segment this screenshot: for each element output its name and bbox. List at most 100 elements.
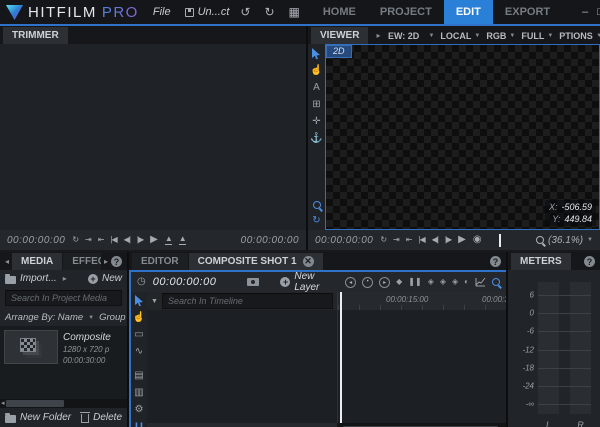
track-clip-area[interactable] — [337, 310, 506, 423]
tab-composite-shot[interactable]: COMPOSITE SHOT 1 ✕ — [189, 253, 323, 270]
insert-clip-icon[interactable]: ▲ — [165, 235, 172, 245]
zoom-to-fit-icon[interactable] — [492, 278, 500, 286]
step-back-icon[interactable]: ◀| — [124, 236, 130, 244]
track-header-area[interactable] — [147, 310, 337, 423]
channel-dropdown[interactable]: RGB ▼ — [486, 31, 515, 41]
gear-icon[interactable]: ⚙ — [135, 405, 144, 415]
tab-trimmer[interactable]: TRIMMER — [3, 27, 68, 44]
add-keyframe-icon[interactable]: • — [362, 277, 373, 288]
half-bezier-icon[interactable]: ◐ — [464, 278, 469, 286]
ripple-edit-icon[interactable]: ▤ — [134, 371, 143, 381]
new-button[interactable]: + New — [88, 273, 122, 284]
redo-icon[interactable]: ↻ — [261, 6, 277, 18]
overlay-clip-icon[interactable]: ▲ — [179, 235, 186, 245]
prev-frame-icon[interactable]: |◀ — [110, 236, 116, 244]
options-dropdown[interactable]: OPTIONS ▼ — [559, 31, 600, 41]
close-tab-icon[interactable]: ✕ — [303, 256, 314, 267]
tab-edit[interactable]: EDIT — [444, 0, 493, 24]
media-list-scrollbar[interactable]: ◂ — [0, 399, 127, 408]
tab-export[interactable]: EXPORT — [493, 0, 562, 24]
in-point-icon[interactable]: ⇤ — [406, 236, 412, 244]
help-icon[interactable]: ? — [111, 256, 122, 267]
playhead-caret[interactable] — [499, 234, 501, 247]
tab-scroll-right-icon[interactable]: ▸ — [102, 257, 110, 266]
select-tool-icon[interactable] — [135, 295, 144, 306]
out-point-icon[interactable]: ⇥ — [85, 236, 91, 244]
group-button[interactable]: Group — [99, 312, 125, 323]
step-forward-icon[interactable]: |▶ — [445, 236, 451, 244]
project-name-button[interactable]: Un...ct — [185, 6, 230, 18]
timeline-search-input[interactable] — [162, 293, 333, 309]
timeline-scrollbar[interactable]: ◂ ▸ — [337, 423, 506, 427]
keyframe-icon[interactable]: ◆ — [396, 278, 402, 286]
in-point-icon[interactable]: ⇤ — [98, 236, 104, 244]
next-keyframe-icon[interactable]: ▸ — [379, 277, 390, 288]
step-forward-icon[interactable]: |▶ — [137, 236, 143, 244]
snapshot-icon[interactable] — [247, 278, 259, 286]
step-back-icon[interactable]: ◀| — [432, 236, 438, 244]
tab-home[interactable]: HOME — [311, 0, 368, 24]
help-icon[interactable]: ? — [490, 256, 501, 267]
delete-button[interactable]: Delete — [81, 412, 122, 423]
import-button[interactable]: Import... ▸ — [5, 273, 69, 284]
transform-tool-icon[interactable]: ⊞ — [312, 100, 320, 110]
tab-scroll-left-icon[interactable]: ◂ — [3, 257, 11, 266]
scrollbar-thumb[interactable] — [6, 400, 64, 407]
new-folder-button[interactable]: New Folder — [5, 412, 71, 423]
playhead[interactable] — [340, 292, 342, 423]
linear-keyframe-icon[interactable]: ◈ — [428, 278, 434, 286]
tab-media[interactable]: MEDIA — [12, 253, 62, 270]
undo-icon[interactable]: ↺ — [237, 6, 253, 18]
tab-scroll-right-icon[interactable]: ▸ — [374, 31, 382, 40]
text-tool-icon[interactable]: A — [313, 83, 320, 93]
prev-frame-icon[interactable]: |◀ — [418, 236, 424, 244]
zoom-tool-icon[interactable] — [313, 201, 321, 209]
orbit-tool-icon[interactable]: ↻ — [312, 216, 320, 226]
arrange-by-dropdown[interactable]: Arrange By: Name — [5, 312, 83, 323]
new-layer-button[interactable]: + New Layer — [280, 272, 338, 292]
play-icon[interactable]: ▶ — [458, 235, 466, 245]
select-tool-icon[interactable] — [312, 48, 321, 59]
slip-tool-icon[interactable]: ▭ — [134, 330, 143, 340]
roll-edit-icon[interactable]: ▥ — [134, 388, 143, 398]
tab-viewer[interactable]: VIEWER — [311, 27, 368, 44]
rate-stretch-tool-icon[interactable]: ∿ — [135, 347, 143, 357]
hold-frames-icon[interactable]: ❚❚ — [408, 278, 421, 286]
viewer-zoom-control[interactable]: (36.1%) ▼ — [536, 235, 593, 246]
filter-funnel-icon[interactable]: ▼ — [151, 298, 158, 305]
smooth-keyframe-icon[interactable]: ◈ — [440, 278, 446, 286]
scroll-left-icon[interactable]: ◂ — [1, 400, 5, 407]
view-mode-dropdown[interactable]: VIEW: 2D ▼ — [388, 31, 434, 41]
tab-editor[interactable]: EDITOR — [132, 253, 188, 270]
trimmer-timecode[interactable]: 00:00:00:00 — [7, 235, 65, 246]
timeline-timecode[interactable]: 00:00:00:00 — [153, 276, 217, 288]
tab-effects[interactable]: EFFECTS — [63, 253, 101, 270]
axes-space-dropdown[interactable]: LOCAL ▼ — [440, 31, 480, 41]
workspaces-icon[interactable]: ▦ — [286, 6, 303, 18]
value-graph-icon[interactable] — [475, 277, 486, 287]
manual-keyframe-icon[interactable]: ◈ — [452, 278, 458, 286]
help-icon[interactable]: ? — [584, 256, 595, 267]
out-point-icon[interactable]: ⇥ — [393, 236, 399, 244]
timeline-ruler[interactable]: 00:00:15:00 00:00:30:00 — [337, 292, 506, 310]
viewer-canvas[interactable]: 2D X:-506.59 Y:449.84 — [325, 44, 600, 230]
hand-tool-icon[interactable]: ☝ — [310, 66, 322, 76]
timeline-zoom-slider[interactable]: ▴ ▪ ▲ — [147, 423, 337, 427]
tab-meters[interactable]: METERS — [511, 253, 571, 270]
file-menu[interactable]: File — [147, 6, 177, 18]
canvas-mode-badge[interactable]: 2D — [326, 45, 352, 58]
record-icon[interactable]: ◉ — [473, 235, 482, 245]
media-item-composite[interactable]: Composite 1280 x 720 p 00:00:30:00 — [4, 330, 123, 365]
anchor-tool-icon[interactable]: ⚓ — [310, 134, 322, 144]
play-icon[interactable]: ▶ — [150, 235, 158, 245]
hand-tool-icon[interactable]: ☝ — [133, 313, 145, 323]
prev-keyframe-icon[interactable]: ◂ — [345, 277, 356, 288]
media-search-input[interactable] — [5, 290, 122, 306]
loop-icon[interactable]: ↻ — [380, 236, 386, 244]
viewer-timecode[interactable]: 00:00:00:00 — [315, 235, 373, 246]
quality-dropdown[interactable]: FULL ▼ — [521, 31, 553, 41]
minimize-icon[interactable]: – — [582, 7, 588, 18]
loop-icon[interactable]: ↻ — [72, 236, 78, 244]
snap-magnet-icon[interactable]: U — [135, 422, 143, 427]
tab-project[interactable]: PROJECT — [368, 0, 444, 24]
